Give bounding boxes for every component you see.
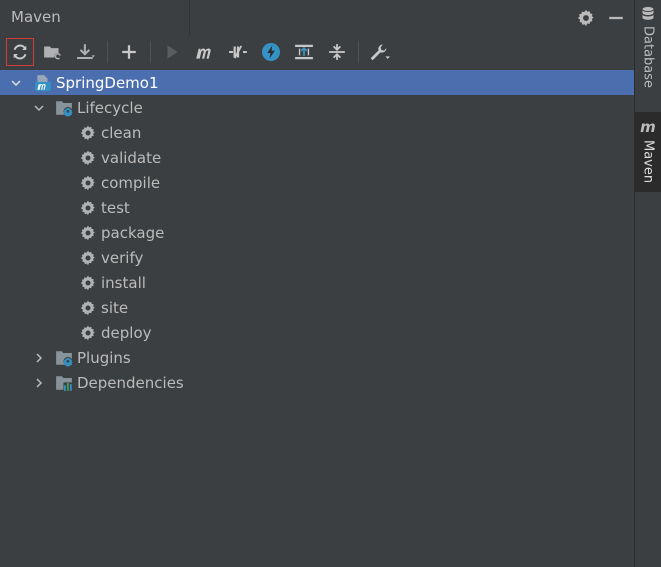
maven-tool-window: Maven SpringDemo1 Lifecycle clean valida… xyxy=(0,0,635,567)
settings-gear-button[interactable] xyxy=(574,6,598,30)
maven-project-icon xyxy=(34,74,52,92)
goal-row[interactable]: clean xyxy=(0,120,634,145)
wrench-icon xyxy=(370,44,390,61)
minimize-icon xyxy=(609,16,623,19)
toolbar-separator xyxy=(358,41,359,63)
dependencies-folder-icon xyxy=(55,374,73,392)
goal-label: install xyxy=(101,273,146,292)
tree-node-plugins[interactable]: Plugins xyxy=(0,345,634,370)
hide-panel-button[interactable] xyxy=(604,6,628,30)
database-tab-label: Database xyxy=(640,26,656,89)
database-icon xyxy=(642,7,654,20)
chevron-down-icon[interactable] xyxy=(8,75,24,91)
maven-tool-tab[interactable]: m Maven xyxy=(635,112,661,192)
database-tool-tab[interactable]: Database xyxy=(635,6,661,102)
goal-row[interactable]: install xyxy=(0,270,634,295)
goal-row[interactable]: test xyxy=(0,195,634,220)
gear-icon xyxy=(79,149,97,167)
reload-all-maven-projects-button[interactable] xyxy=(6,38,34,66)
maven-m-icon xyxy=(196,48,211,59)
goal-label: verify xyxy=(101,248,144,267)
folder-refresh-icon xyxy=(44,46,62,60)
goal-row[interactable]: package xyxy=(0,220,634,245)
show-dependencies-button[interactable] xyxy=(290,38,318,66)
header-divider xyxy=(189,0,190,35)
gear-icon xyxy=(79,224,97,242)
toolbar-separator xyxy=(150,41,151,63)
maven-logo-icon: m xyxy=(640,118,656,136)
maven-settings-button[interactable] xyxy=(366,38,394,66)
gear-icon xyxy=(79,274,97,292)
lifecycle-label: Lifecycle xyxy=(77,98,143,117)
chevron-right-icon[interactable] xyxy=(31,350,47,366)
gear-icon xyxy=(577,9,594,26)
plugins-label: Plugins xyxy=(77,348,131,367)
skip-tests-button[interactable] xyxy=(257,38,285,66)
execute-maven-goal-button[interactable] xyxy=(191,38,219,66)
generate-sources-button[interactable] xyxy=(39,38,67,66)
toolbar-separator xyxy=(107,41,108,63)
goal-row[interactable]: validate xyxy=(0,145,634,170)
tool-window-title: Maven xyxy=(11,8,61,26)
goal-label: deploy xyxy=(101,323,152,342)
download-icon xyxy=(77,44,95,59)
goal-row[interactable]: site xyxy=(0,295,634,320)
goal-label: clean xyxy=(101,123,142,142)
gear-icon xyxy=(79,124,97,142)
run-maven-build-button[interactable] xyxy=(158,38,186,66)
toggle-offline-mode-button[interactable] xyxy=(224,38,252,66)
goal-row[interactable]: compile xyxy=(0,170,634,195)
right-tool-window-strip: Database m Maven xyxy=(635,0,661,567)
goal-row[interactable]: verify xyxy=(0,245,634,270)
goal-label: package xyxy=(101,223,165,242)
dependencies-label: Dependencies xyxy=(77,373,184,392)
header-actions xyxy=(574,0,634,35)
tree-node-project[interactable]: SpringDemo1 xyxy=(0,70,634,95)
chevron-right-icon[interactable] xyxy=(31,375,47,391)
maven-tab-label: Maven xyxy=(640,140,656,184)
goal-label: validate xyxy=(101,148,162,167)
offline-icon xyxy=(229,45,247,59)
gear-icon xyxy=(79,249,97,267)
goal-row[interactable]: deploy xyxy=(0,320,634,345)
project-name: SpringDemo1 xyxy=(56,73,159,92)
tree-node-dependencies[interactable]: Dependencies xyxy=(0,370,634,395)
plus-icon xyxy=(122,45,136,59)
plugins-folder-icon xyxy=(55,349,73,367)
gear-icon xyxy=(79,324,97,342)
run-icon xyxy=(167,45,178,59)
collapse-icon xyxy=(329,44,345,60)
refresh-icon xyxy=(13,44,27,60)
chevron-down-icon[interactable] xyxy=(31,100,47,116)
download-sources-button[interactable] xyxy=(72,38,100,66)
tool-window-header: Maven xyxy=(0,0,634,35)
goal-label: compile xyxy=(101,173,161,192)
add-maven-project-button[interactable] xyxy=(115,38,143,66)
gear-icon xyxy=(79,199,97,217)
lifecycle-folder-icon xyxy=(55,99,73,117)
goal-label: test xyxy=(101,198,130,217)
tree-node-lifecycle[interactable]: Lifecycle xyxy=(0,95,634,120)
collapse-all-button[interactable] xyxy=(323,38,351,66)
maven-projects-tree[interactable]: SpringDemo1 Lifecycle clean validate com… xyxy=(0,70,634,395)
dependencies-diagram-icon xyxy=(295,44,313,60)
goal-label: site xyxy=(101,298,129,317)
lightning-icon xyxy=(262,43,280,61)
gear-icon xyxy=(79,299,97,317)
maven-toolbar xyxy=(0,35,634,69)
gear-icon xyxy=(79,174,97,192)
